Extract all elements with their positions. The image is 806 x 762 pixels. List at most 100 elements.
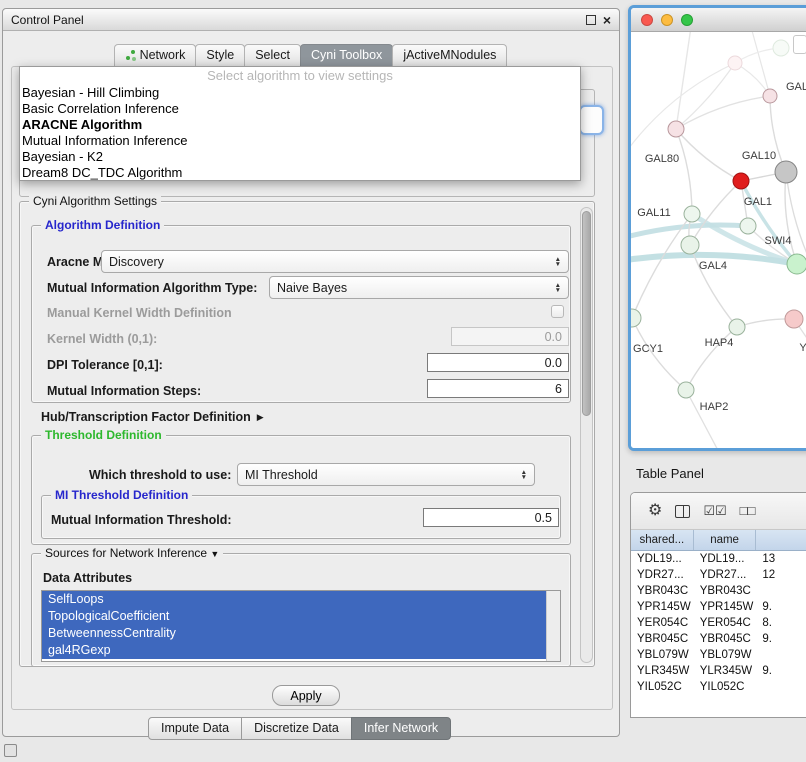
network-node-gal1[interactable] (733, 173, 749, 189)
tab-label: Style (206, 45, 234, 66)
column-header-name[interactable]: name (694, 530, 757, 550)
bottom-tab-bar: Impute DataDiscretize DataInfer Network (149, 717, 451, 738)
algorithm-option-dream8-dc-tdc-algorithm[interactable]: Dream8 DC_TDC Algorithm (20, 165, 580, 181)
tab-jactivemnodules[interactable]: jActiveMNodules (392, 44, 507, 66)
select-unchecked-icon[interactable]: □□ (740, 503, 756, 519)
network-node-swi4[interactable] (787, 254, 806, 274)
which-threshold-select[interactable]: MI Threshold ▲ ▼ (237, 463, 535, 486)
canvas-tool-overlay[interactable] (793, 35, 806, 54)
close-traffic-icon[interactable] (641, 14, 653, 26)
network-node-gal80[interactable] (668, 121, 684, 137)
settings-scrollbar[interactable] (580, 207, 593, 663)
which-threshold-label: Which threshold to use: (89, 468, 231, 482)
minimize-traffic-icon[interactable] (661, 14, 673, 26)
network-node-y[interactable] (785, 310, 803, 328)
scrollbar-thumb[interactable] (582, 211, 591, 416)
float-window-icon[interactable] (586, 15, 596, 25)
node-label-gcy1: GCY1 (633, 343, 663, 355)
column-header-shared-[interactable]: shared... (631, 530, 694, 550)
network-window-titlebar[interactable] (631, 8, 806, 32)
tab-style[interactable]: Style (195, 44, 245, 66)
table-row[interactable]: YPR145WYPR145W9. (631, 599, 806, 615)
top-tab-bar: Network Style Select Cyni Toolbox jActiveMNo… (3, 45, 619, 66)
algorithm-option-bayesian-hill-climbing[interactable]: Bayesian - Hill Climbing (20, 85, 580, 101)
tab-network[interactable]: Network (114, 44, 197, 66)
dpi-tolerance-label: DPI Tolerance [0,1]: (47, 358, 163, 372)
close-icon[interactable]: × (603, 14, 611, 26)
table-row[interactable]: YBR043CYBR043C (631, 583, 806, 599)
sources-toggle[interactable]: Sources for Network Inference ▼ (41, 546, 223, 560)
column-header-2[interactable] (756, 530, 806, 550)
algorithm-option-aracne-algorithm[interactable]: ARACNE Algorithm (20, 117, 580, 133)
mi-threshold-field[interactable]: 0.5 (423, 508, 559, 527)
network-node[interactable] (740, 218, 756, 234)
algorithm-option-basic-correlation-inference[interactable]: Basic Correlation Inference (20, 101, 580, 117)
docked-panel-icon[interactable] (4, 744, 17, 757)
algorithm-option-bayesian-k2[interactable]: Bayesian - K2 (20, 149, 580, 165)
table-cell: YDR27... (694, 569, 757, 581)
mi-threshold-label: Mutual Information Threshold: (51, 513, 232, 527)
window-title: Control Panel (11, 13, 84, 27)
network-canvas[interactable]: GAL80GALGAL10GAL1GAL11SWI4GAL4GCY1HAP4HA… (631, 32, 806, 448)
algorithm-option-mutual-information-inference[interactable]: Mutual Information Inference (20, 133, 580, 149)
tab-discretize-data[interactable]: Discretize Data (241, 717, 352, 740)
aracne-mode-select[interactable]: Discovery ▲ ▼ (101, 250, 569, 273)
table-cell: 9. (756, 665, 806, 677)
combo-down-icon: ▼ (555, 288, 561, 293)
table-cell: YER054C (631, 617, 694, 629)
table-cell: YPR145W (694, 601, 757, 613)
network-node-gal[interactable] (763, 89, 777, 103)
network-edge (676, 129, 741, 181)
data-attribute-item-gal4rgexp[interactable]: gal4RGexp (42, 642, 547, 659)
tab-label: jActiveMNodules (403, 45, 496, 66)
network-node[interactable] (728, 56, 742, 70)
data-attribute-item-topologicalcoefficient[interactable]: TopologicalCoefficient (42, 608, 547, 625)
table-row[interactable]: YBL079WYBL079W (631, 647, 806, 663)
mi-steps-field[interactable]: 6 (427, 379, 569, 398)
control-panel-titlebar[interactable]: Control Panel × (3, 9, 619, 31)
network-icon (125, 50, 136, 61)
network-node-hap4[interactable] (729, 319, 745, 335)
select-checked-icon[interactable]: ☑☑ (703, 503, 726, 519)
data-attribute-item-betweennesscentrality[interactable]: BetweennessCentrality (42, 625, 547, 642)
table-cell: 9. (756, 633, 806, 645)
zoom-traffic-icon[interactable] (681, 14, 693, 26)
network-node-hap2[interactable] (678, 382, 694, 398)
network-node[interactable] (773, 40, 789, 56)
mi-steps-label: Mutual Information Steps: (47, 384, 201, 398)
table-row[interactable]: YBR045CYBR045C9. (631, 631, 806, 647)
algorithm-dropdown-popup: Select algorithm to view settings Bayesi… (19, 66, 581, 181)
network-svg: GAL80GALGAL10GAL1GAL11SWI4GAL4GCY1HAP4HA… (631, 32, 806, 448)
hub-definition-toggle[interactable]: Hub/Transcription Factor Definition ▶ (41, 410, 264, 424)
tab-select[interactable]: Select (244, 44, 301, 66)
tab-infer-network[interactable]: Infer Network (351, 717, 451, 740)
network-node-gal10[interactable] (775, 161, 797, 183)
table-cell: YDL19... (694, 553, 757, 565)
tab-label: Network (140, 45, 186, 66)
table-row[interactable]: YLR345WYLR345W9. (631, 663, 806, 679)
list-scrollbar[interactable] (546, 591, 560, 661)
combo-down-icon: ▼ (521, 475, 527, 480)
tab-cyni-toolbox[interactable]: Cyni Toolbox (300, 44, 393, 66)
desktop: { "ui": { "combo_up": "▲", "combo_down":… (0, 0, 806, 762)
algorithm-combo-fragment[interactable] (579, 105, 604, 135)
data-attribute-item-selfloops[interactable]: SelfLoops (42, 591, 547, 608)
table-row[interactable]: YDL19...YDL19...13 (631, 551, 806, 567)
network-node-gal4[interactable] (681, 236, 699, 254)
gear-icon[interactable]: ⚙ (648, 503, 662, 519)
apply-button[interactable]: Apply (272, 685, 340, 706)
chevron-right-icon: ▶ (257, 412, 264, 423)
table-row[interactable]: YER054CYER054C8. (631, 615, 806, 631)
table-body: YDL19...YDL19...13YDR27...YDR27...12YBR0… (631, 551, 806, 695)
network-node-gcy1[interactable] (631, 309, 641, 327)
network-node-gal11[interactable] (684, 206, 700, 222)
dpi-tolerance-field[interactable]: 0.0 (427, 353, 569, 372)
mi-type-select[interactable]: Naive Bayes ▲ ▼ (269, 276, 569, 299)
table-row[interactable]: YDR27...YDR27...12 (631, 567, 806, 583)
tab-impute-data[interactable]: Impute Data (148, 717, 242, 740)
combo-arrows-icon: ▲ ▼ (521, 470, 527, 480)
tab-label: Select (255, 45, 290, 66)
kernel-width-field: 0.0 (451, 327, 569, 346)
table-row[interactable]: YIL052CYIL052C (631, 679, 806, 695)
columns-icon[interactable] (675, 505, 690, 518)
